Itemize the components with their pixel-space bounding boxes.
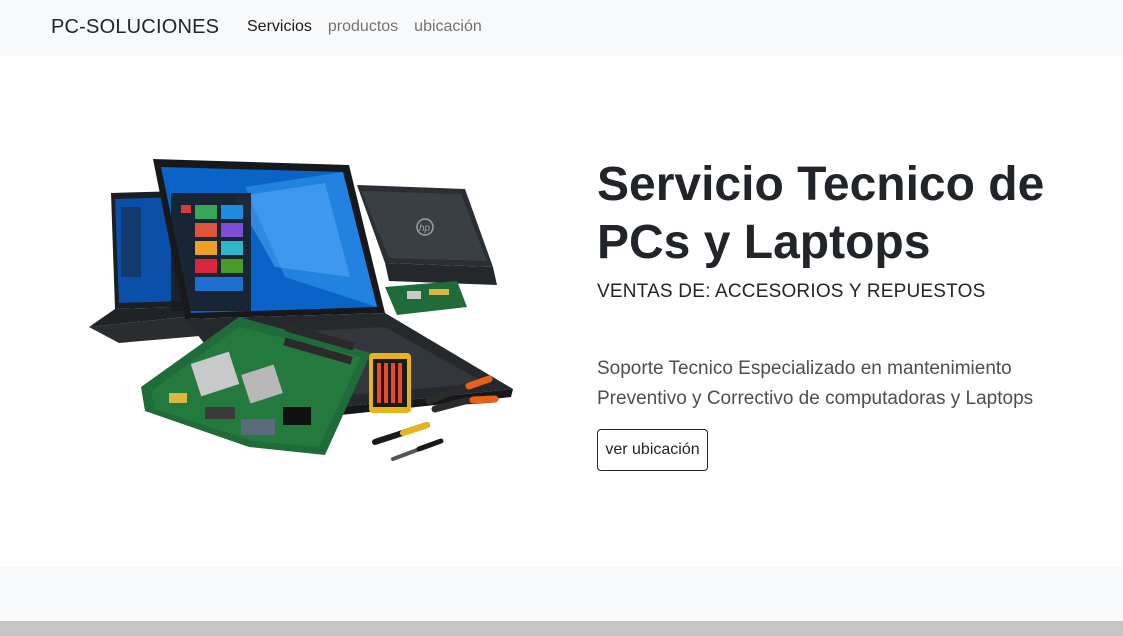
laptops-and-motherboards-image: hp [89,159,513,461]
nav-link-servicios[interactable]: Servicios [247,18,312,36]
brand-logo[interactable]: PC-SOLUCIONES [51,16,219,39]
hero-section: hp Servicio Tecnico de PCs y Laptops VEN… [0,56,1123,567]
ver-ubicacion-button[interactable]: ver ubicación [597,429,708,471]
nav-link-productos[interactable]: productos [328,18,398,36]
nav-links: Servicios productos ubicación [247,18,482,36]
navbar: PC-SOLUCIONES Servicios productos ubicac… [0,0,1123,56]
nav-link-ubicacion[interactable]: ubicación [414,18,482,36]
horizontal-scrollbar[interactable] [0,621,1123,636]
hero-title: Servicio Tecnico de PCs y Laptops [597,158,1045,269]
hero-subtitle: VENTAS DE: ACCESORIOS Y REPUESTOS [597,281,986,302]
footer-band [0,567,1123,621]
hp-logo: hp [419,223,431,234]
hero-description: Soporte Tecnico Especializado en manteni… [597,358,1034,409]
